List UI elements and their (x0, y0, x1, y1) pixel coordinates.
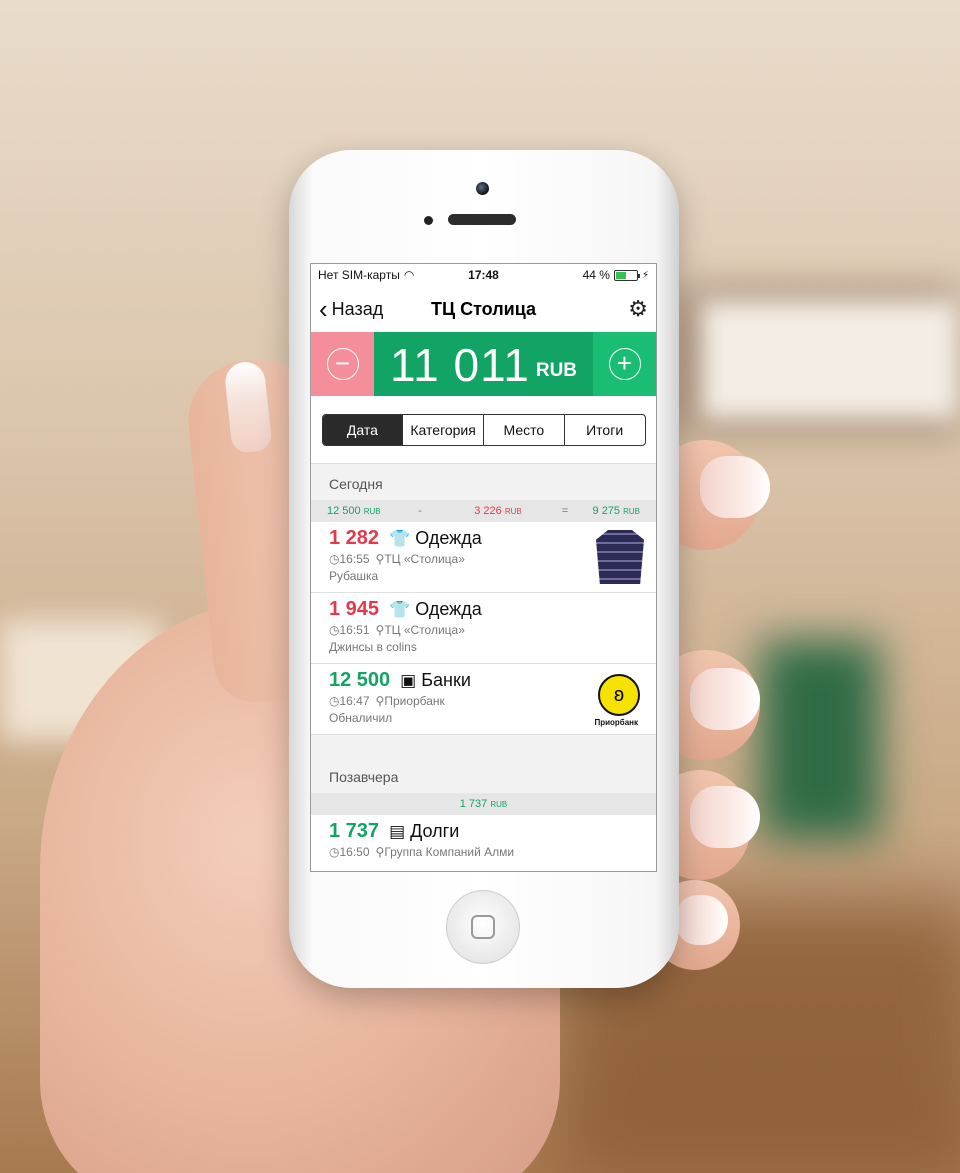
clock-icon: ◷ (329, 623, 340, 637)
tshirt-icon: 👕 (389, 528, 411, 548)
item-amount: 1 282 (329, 527, 380, 549)
clock-icon: ◷ (329, 845, 340, 859)
location-pin-icon: ⚲ (375, 694, 385, 708)
item-category: Одежда (415, 599, 482, 619)
summary-expense-currency: RUB (504, 507, 522, 516)
item-time: 16:50 (339, 845, 370, 859)
item-place: Группа Компаний Алми (384, 845, 515, 859)
item-note: Джинсы в colins (329, 640, 417, 654)
finger-nail (676, 895, 728, 945)
item-category: Одежда (415, 528, 482, 548)
summary-income-currency: RUB (363, 507, 381, 516)
clock-icon: ◷ (329, 694, 340, 708)
list-item[interactable]: 1 945 👕 Одежда ◷16:51 ⚲ТЦ «Столица» Джинс… (311, 593, 656, 664)
item-note: Рубашка (329, 569, 379, 583)
nav-bar: ‹ Назад ТЦ Столица ⚙ (311, 286, 656, 332)
chevron-left-icon: ‹ (319, 294, 328, 324)
finger-nail (700, 456, 770, 518)
summary-income: 12 500 (327, 505, 361, 517)
group-summary: 12 500 RUB - 3 226 RUB = 9 275 RUB (311, 500, 656, 522)
shirt-photo (596, 530, 644, 584)
group-summary: 1 737 RUB (311, 793, 656, 815)
location-pin-icon: ⚲ (375, 552, 385, 566)
minus-icon: − (326, 348, 359, 380)
charging-icon: ⚡ (641, 269, 649, 281)
tab-totals[interactable]: Итоги (565, 415, 645, 445)
item-category: Долги (410, 821, 460, 841)
balance-display: 11 011 RUB (374, 332, 593, 396)
summary-total-currency: RUB (490, 800, 508, 809)
finger-nail (690, 668, 760, 730)
plus-icon: + (608, 348, 641, 380)
front-camera (476, 182, 489, 195)
summary-total: 1 737 (459, 798, 488, 810)
home-square-icon (471, 915, 495, 939)
balance-currency: RUB (535, 360, 578, 381)
bank-logo: ʚ (598, 674, 640, 716)
tab-category[interactable]: Категория (403, 414, 484, 445)
item-amount: 1 945 (329, 598, 380, 620)
group-spacer (311, 735, 656, 757)
summary-minus-sign: - (418, 505, 422, 517)
battery-icon (613, 269, 640, 281)
list-item[interactable]: 1 282 👕 Одежда ◷16:55 ⚲ТЦ «Столица» Рубаш… (311, 522, 656, 593)
tab-date[interactable]: Дата (322, 414, 404, 445)
clock-icon: ◷ (329, 552, 340, 566)
item-place: Приорбанк (384, 694, 445, 708)
tshirt-icon: 👕 (389, 599, 411, 619)
carrier-label: Нет SIM-карты (318, 268, 400, 282)
item-category: Банки (421, 670, 471, 690)
item-time: 16:47 (339, 694, 370, 708)
add-expense-button[interactable]: − (311, 332, 374, 396)
summary-equals-sign: = (561, 505, 569, 517)
summary-total-currency: RUB (623, 507, 640, 516)
proximity-sensor (424, 216, 433, 225)
background-plant (760, 640, 880, 840)
group-header: Сегодня (311, 464, 656, 500)
summary-expense: 3 226 (474, 505, 502, 517)
item-time: 16:55 (339, 552, 370, 566)
status-bar: Нет SIM-карты ◠ 17:48 44 % ⚡ (311, 264, 656, 286)
item-time: 16:51 (339, 623, 370, 637)
list-item[interactable]: 12 500 ▣ Банки ◷16:47 ⚲Приорбанк Обналичи… (311, 664, 656, 735)
item-note: Обналичил (329, 711, 393, 725)
tab-place[interactable]: Место (484, 414, 565, 445)
balance-bar: − 11 011 RUB + (311, 332, 656, 396)
wifi-icon: ◠ (403, 268, 415, 282)
phone-screen: Нет SIM-карты ◠ 17:48 44 % ⚡ ‹ Назад ТЦ … (310, 263, 657, 872)
back-label: Назад (331, 298, 384, 319)
back-button[interactable]: ‹ Назад (319, 294, 384, 324)
bank-safe-icon: ▣ (400, 670, 417, 690)
summary-total: 9 275 (592, 505, 621, 517)
cash-icon: ▤ (389, 821, 406, 841)
background-window (700, 300, 960, 420)
item-amount: 12 500 (329, 669, 391, 691)
location-pin-icon: ⚲ (375, 623, 385, 637)
battery-percent: 44 % (582, 268, 610, 282)
list-item[interactable]: 1 737 ▤ Долги ◷16:50 ⚲Группа Компаний Алм… (311, 815, 656, 871)
earpiece-speaker (448, 214, 516, 225)
gear-icon[interactable]: ⚙ (628, 296, 648, 322)
home-button[interactable] (446, 890, 520, 964)
item-place: ТЦ «Столица» (384, 623, 465, 637)
location-pin-icon: ⚲ (375, 845, 385, 859)
balance-amount: 11 011 (389, 339, 530, 391)
segment-wrapper: Дата Категория Место Итоги (311, 396, 656, 464)
bank-logo-text: Приорбанк (594, 718, 638, 727)
item-place: ТЦ «Столица» (384, 552, 465, 566)
segmented-control: Дата Категория Место Итоги (321, 413, 646, 446)
finger-nail (690, 786, 760, 848)
add-income-button[interactable]: + (593, 332, 656, 396)
group-header: Позавчера (311, 757, 656, 793)
item-amount: 1 737 (329, 820, 380, 842)
